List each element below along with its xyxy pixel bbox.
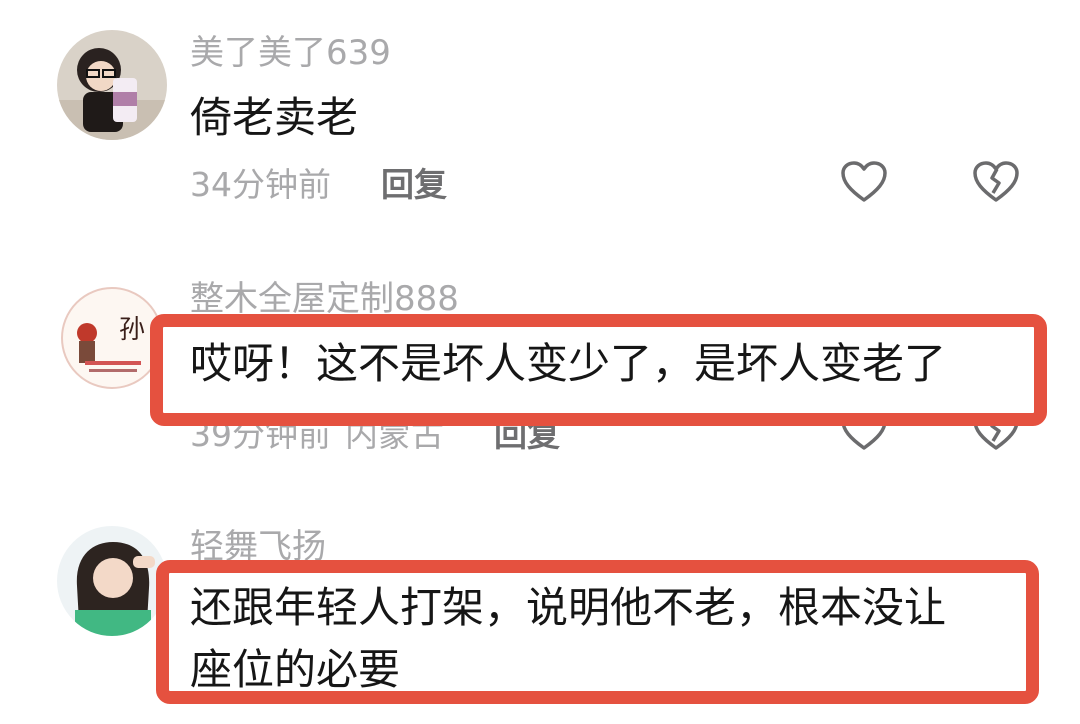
reply-button[interactable]: 回复 [381,165,447,204]
avatar[interactable] [57,526,167,636]
comment-username[interactable]: 整木全屋定制888 [190,282,459,316]
svg-text:孙: 孙 [119,315,145,345]
comment-text: 倚老卖老 [190,93,359,142]
comment-text-line: 座位的必要 [190,645,401,694]
like-heart-icon[interactable] [840,160,888,204]
comment-text-line: 还跟年轻人打架，说明他不老，根本没让 [190,583,947,632]
comment-time: 34分钟前 [190,165,331,204]
avatar[interactable] [57,30,167,140]
comment-username[interactable]: 美了美了639 [190,36,391,70]
comment-meta: 34分钟前 回复 [190,168,447,201]
dislike-broken-heart-icon[interactable] [972,160,1020,204]
comment-text: 哎呀！这不是坏人变少了，是坏人变老了 [190,339,947,388]
comment-username[interactable]: 轻舞飞扬 [190,530,326,564]
